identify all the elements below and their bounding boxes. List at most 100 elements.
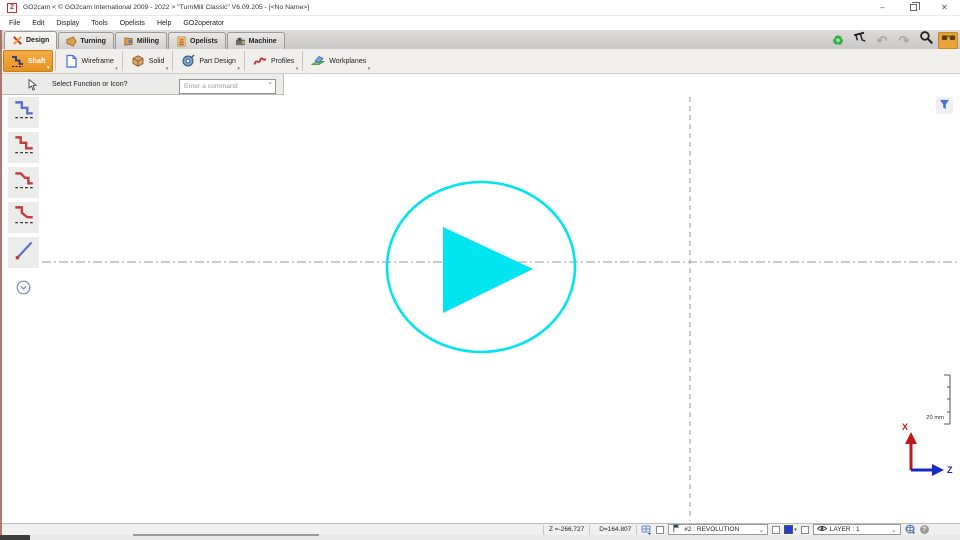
tab-machine[interactable]: Machine xyxy=(227,32,285,49)
menu-edit[interactable]: Edit xyxy=(26,20,50,27)
tab-milling-label: Milling xyxy=(137,38,159,45)
design-icon xyxy=(12,35,23,46)
menu-opelists[interactable]: Opelists xyxy=(114,20,151,27)
help-button[interactable]: ? xyxy=(920,525,929,534)
window-controls: – ✕ xyxy=(867,0,960,16)
part-design-label: Part Design xyxy=(199,58,236,65)
spindle-combo-chevron-icon: ⌄ xyxy=(758,526,764,534)
workplanes-icon xyxy=(311,54,325,68)
part-design-dropdown-icon: ▾ xyxy=(237,67,240,72)
tab-design[interactable]: Design xyxy=(4,31,57,49)
menu-file[interactable]: File xyxy=(3,20,26,27)
spindle-combo[interactable]: #2 : REVOLUTION ⌄ xyxy=(668,524,768,535)
spindle-checkbox[interactable] xyxy=(656,526,664,534)
window-title: GO2cam < © GO2cam International 2009 - 2… xyxy=(23,4,309,11)
layer-combo-chevron-icon: ⌄ xyxy=(891,526,897,534)
command-combo: ⌄ xyxy=(179,75,276,94)
axis-triad: X Z xyxy=(890,418,958,478)
shaft-icon xyxy=(10,54,24,68)
part-design-button[interactable]: Part Design ▾ xyxy=(175,50,242,72)
restore-icon xyxy=(910,4,917,11)
color-dropdown-icon: ▾ xyxy=(794,528,797,532)
undo-button[interactable]: ↶ xyxy=(872,32,892,49)
zoom-button[interactable] xyxy=(916,32,936,49)
opelists-icon xyxy=(176,36,187,47)
minimize-button[interactable]: – xyxy=(867,0,898,16)
quick-icons-row1: ♻ ↶ ↷ xyxy=(828,31,958,49)
axis-x-label: X xyxy=(902,422,908,432)
layer-combo[interactable]: LAYER : 1 ⌄ xyxy=(813,524,901,535)
profiles-icon xyxy=(253,54,267,68)
profiles-button[interactable]: Profiles ▾ xyxy=(247,50,300,72)
redo-icon: ↷ xyxy=(899,34,910,47)
view-orientation-button[interactable] xyxy=(905,524,916,535)
cursor-icon xyxy=(28,78,38,90)
milling-icon xyxy=(123,36,134,47)
ribbon-tab-band: Design Turning Milling Opelists Machine xyxy=(0,30,960,49)
solid-icon xyxy=(131,54,145,68)
color-swatch xyxy=(784,525,793,534)
profiles-label: Profiles xyxy=(271,58,294,65)
menu-bar: File Edit Display Tools Opelists Help GO… xyxy=(0,16,960,30)
solid-dropdown-icon: ▾ xyxy=(166,67,169,72)
spindle-flag-icon xyxy=(672,524,681,535)
workplanes-label: Workplanes xyxy=(329,58,366,65)
redo-button[interactable]: ↷ xyxy=(894,32,914,49)
axis-z-label: Z xyxy=(947,465,953,475)
tab-opelists-label: Opelists xyxy=(190,38,218,45)
tab-machine-label: Machine xyxy=(249,38,277,45)
z-coordinate: Z =-266.727 xyxy=(543,525,590,535)
tab-milling[interactable]: Milling xyxy=(115,32,167,49)
d-coordinate: D=164.807 xyxy=(594,525,637,535)
command-dropdown-icon[interactable]: ⌄ xyxy=(267,78,273,86)
wireframe-icon xyxy=(64,54,78,68)
toolbar-separator xyxy=(302,51,303,71)
filter-button[interactable] xyxy=(936,97,953,114)
window-left-edge xyxy=(0,30,2,535)
profiles-dropdown-icon: ▾ xyxy=(296,67,299,72)
workplanes-dropdown-icon: ▾ xyxy=(368,67,371,72)
workplanes-button[interactable]: Workplanes ▾ xyxy=(305,50,372,72)
tab-turning-label: Turning xyxy=(80,38,106,45)
wireframe-label: Wireframe xyxy=(82,58,114,65)
menu-tools[interactable]: Tools xyxy=(85,20,113,27)
layer-checkbox[interactable] xyxy=(801,526,809,534)
close-icon: ✕ xyxy=(941,3,948,12)
grid-toggle-button[interactable] xyxy=(641,525,652,535)
wireframe-button[interactable]: Wireframe ▾ xyxy=(58,50,120,72)
machine-icon xyxy=(235,36,246,47)
toolbar-separator xyxy=(172,51,173,71)
color-picker-button[interactable]: ▾ xyxy=(784,525,797,534)
solid-label: Solid xyxy=(149,58,165,65)
shaft-button[interactable]: Shaft ▾ xyxy=(3,50,53,72)
measure-button[interactable] xyxy=(850,32,870,49)
restore-button[interactable] xyxy=(898,0,929,16)
ribbon-toolbar: Shaft ▾ Wireframe ▾ Solid ▾ Part Design … xyxy=(0,49,960,74)
caliper-icon xyxy=(853,30,868,50)
layer-combo-value: LAYER : 1 xyxy=(830,526,860,533)
play-overlay[interactable] xyxy=(380,170,585,370)
minimize-icon: – xyxy=(880,3,884,12)
tab-turning[interactable]: Turning xyxy=(58,32,114,49)
menu-help[interactable]: Help xyxy=(151,20,177,27)
command-input[interactable] xyxy=(179,79,276,94)
regenerate-icon: ♻ xyxy=(832,34,844,47)
undo-icon: ↶ xyxy=(877,34,888,47)
tab-design-label: Design xyxy=(26,37,49,44)
toolbar-separator xyxy=(55,51,56,71)
wireframe-dropdown-icon: ▾ xyxy=(115,67,118,72)
taskbar-segment xyxy=(0,535,30,540)
view-mode-button[interactable] xyxy=(938,32,958,49)
part-design-icon xyxy=(181,54,195,68)
close-button[interactable]: ✕ xyxy=(929,0,960,16)
solid-button[interactable]: Solid ▾ xyxy=(125,50,171,72)
menu-go2operator[interactable]: GO2operator xyxy=(177,20,230,27)
color-checkbox[interactable] xyxy=(772,526,780,534)
regenerate-button[interactable]: ♻ xyxy=(828,32,848,49)
menu-display[interactable]: Display xyxy=(50,20,85,27)
turning-icon xyxy=(66,36,77,47)
toolbar-separator xyxy=(122,51,123,71)
app-icon: 2 xyxy=(7,3,17,13)
tab-opelists[interactable]: Opelists xyxy=(168,32,226,49)
prompt-label: Select Function or Icon? xyxy=(52,81,128,88)
